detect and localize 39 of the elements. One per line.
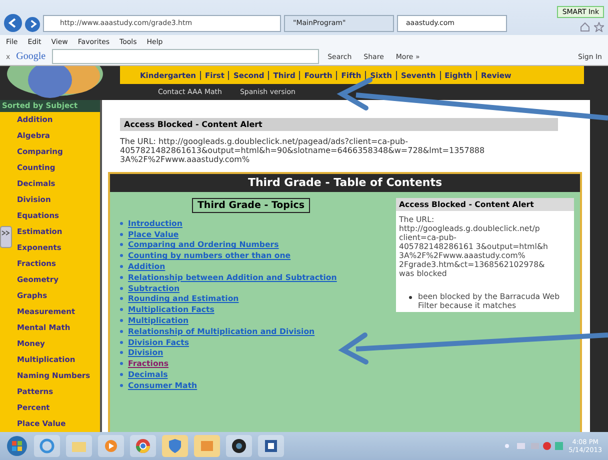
contents-title: Third Grade - Table of Contents xyxy=(110,174,580,192)
bullet-icon xyxy=(120,286,123,290)
back-button[interactable] xyxy=(4,14,22,32)
home-icon[interactable] xyxy=(580,22,590,32)
bullet-icon xyxy=(120,330,123,333)
shield-icon[interactable] xyxy=(162,435,188,457)
camera-icon[interactable] xyxy=(226,435,252,457)
search-field[interactable] xyxy=(52,49,319,64)
star-icon[interactable] xyxy=(594,22,604,32)
bullet-icon xyxy=(120,243,123,246)
document-icon[interactable] xyxy=(258,435,284,457)
bullet-icon xyxy=(120,254,123,258)
bullet-icon xyxy=(120,319,123,322)
bullet-icon xyxy=(120,297,123,300)
start-button-icon[interactable] xyxy=(6,435,28,457)
bullet-icon xyxy=(120,276,123,279)
forward-button[interactable] xyxy=(25,16,40,32)
bullet-icon xyxy=(409,296,412,299)
bullet-icon xyxy=(120,384,123,387)
browser-icon[interactable] xyxy=(34,435,60,457)
alert-title: Access Blocked - Content Alert xyxy=(120,118,558,131)
alert-text: 3A%2F%2Fwww.aaastudy.com% xyxy=(120,155,251,164)
play-icon[interactable] xyxy=(98,435,124,457)
bullet-icon xyxy=(120,308,123,312)
bullet-icon xyxy=(120,373,123,376)
topics-title: Third Grade - Topics xyxy=(192,198,310,213)
chrome-icon[interactable] xyxy=(130,435,156,457)
bullet-icon xyxy=(120,351,123,354)
bullet-icon xyxy=(120,232,123,236)
bullet-icon xyxy=(120,222,123,225)
mail-icon[interactable] xyxy=(194,435,220,457)
panel-handle-icon[interactable] xyxy=(0,226,12,248)
bullet-icon xyxy=(120,340,123,344)
alert-text: The URL: http://googleads.g.doubleclick.net/pagead/ads?client=ca-pub- xyxy=(120,137,409,146)
tray-icons-drawing xyxy=(502,441,563,451)
bullet-icon xyxy=(120,265,123,268)
alert-text: 4057821482861613&output=html&h=90&slotname=6466358348&w=728&lmt=1357888 xyxy=(120,146,486,155)
bullet-icon xyxy=(120,362,123,366)
google-logo: Google xyxy=(16,51,46,62)
